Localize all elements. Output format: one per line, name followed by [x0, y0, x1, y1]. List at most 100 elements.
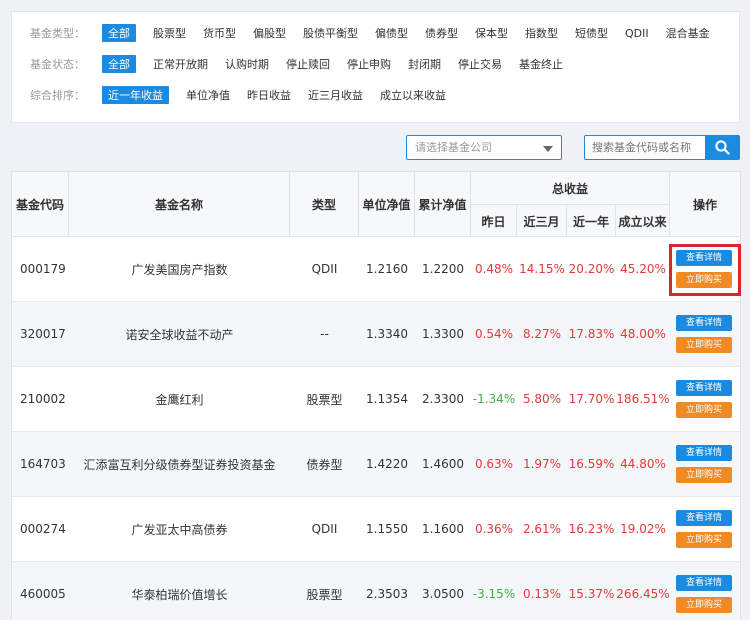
- fund-acc-nav: 1.3300: [422, 327, 464, 341]
- fund-type: 债券型: [306, 457, 343, 472]
- return-one-year: 17.83%: [568, 327, 615, 341]
- fund-code: 210002: [20, 392, 66, 406]
- fund-name[interactable]: 广发美国房产指数: [69, 237, 290, 301]
- return-three-month: 5.80%: [522, 392, 562, 406]
- view-detail-button[interactable]: 查看详情: [676, 315, 732, 331]
- sort-since-inception[interactable]: 成立以来收益: [380, 86, 446, 104]
- return-one-year: 17.70%: [568, 392, 615, 406]
- filter-type-guaranteed[interactable]: 保本型: [475, 24, 508, 42]
- buy-now-button[interactable]: 立即购买: [676, 597, 732, 613]
- filter-label-status: 基金状态：: [30, 58, 85, 71]
- return-yesterday: 0.63%: [474, 457, 514, 471]
- view-detail-button[interactable]: 查看详情: [676, 510, 732, 526]
- header-actions: 操作: [692, 198, 717, 212]
- table-row: 320017 诺安全球收益不动产 -- 1.3340 1.3300 0.54% …: [12, 302, 740, 367]
- fund-code: 164703: [20, 457, 66, 471]
- filter-panel: 基金类型： 全部 股票型 货币型 偏股型 股债平衡型 偏债型 债券型 保本型 指…: [11, 11, 740, 123]
- fund-type: QDII: [311, 262, 338, 276]
- fund-nav: 1.4220: [366, 457, 408, 471]
- fund-acc-nav: 1.1600: [422, 522, 464, 536]
- table-row: 460005 华泰柏瑞价值增长 股票型 2.3503 3.0500 -3.15%…: [12, 562, 740, 620]
- table-row: 000179 广发美国房产指数 QDII 1.2160 1.2200 0.48%…: [12, 237, 740, 302]
- filter-type-index[interactable]: 指数型: [525, 24, 558, 42]
- return-since-inception: 48.00%: [620, 327, 666, 341]
- fund-code: 000274: [20, 522, 66, 536]
- return-yesterday: -1.34%: [472, 392, 516, 406]
- sort-three-month[interactable]: 近三月收益: [308, 86, 363, 104]
- action-highlight-box: [669, 244, 741, 296]
- fund-company-select[interactable]: 请选择基金公司: [406, 135, 562, 160]
- fund-type: 股票型: [306, 587, 343, 602]
- return-yesterday: 0.54%: [474, 327, 514, 341]
- header-name[interactable]: 基金名称: [69, 172, 290, 237]
- filter-status-redeem-stopped[interactable]: 停止赎回: [286, 55, 330, 73]
- filter-row-status: 基金状态： 全部 正常开放期 认购时期 停止赎回 停止申购 封闭期 停止交易 基…: [30, 55, 580, 73]
- filter-status-subscription[interactable]: 认购时期: [225, 55, 269, 73]
- fund-nav: 1.3340: [366, 327, 408, 341]
- filter-type-mixed[interactable]: 混合基金: [666, 24, 710, 42]
- filter-status-purchase-stopped[interactable]: 停止申购: [347, 55, 391, 73]
- return-three-month: 8.27%: [522, 327, 562, 341]
- header-type[interactable]: 类型: [290, 172, 359, 237]
- header-acc-nav[interactable]: 累计净值: [415, 172, 471, 237]
- filter-type-money[interactable]: 货币型: [203, 24, 236, 42]
- fund-nav: 2.3503: [366, 587, 408, 601]
- header-one-year[interactable]: 近一年: [567, 204, 616, 237]
- view-detail-button[interactable]: 查看详情: [676, 380, 732, 396]
- filter-type-stock[interactable]: 股票型: [153, 24, 186, 42]
- filter-status-terminated[interactable]: 基金终止: [519, 55, 563, 73]
- header-nav[interactable]: 单位净值: [359, 172, 415, 237]
- fund-code: 460005: [20, 587, 66, 601]
- return-one-year: 20.20%: [568, 262, 615, 276]
- filter-status-trade-stopped[interactable]: 停止交易: [458, 55, 502, 73]
- fund-name[interactable]: 金鹰红利: [69, 367, 290, 431]
- fund-name[interactable]: 汇添富互利分级债券型证券投资基金: [69, 432, 290, 496]
- return-since-inception: 45.20%: [620, 262, 666, 276]
- return-three-month: 2.61%: [522, 522, 562, 536]
- fund-name[interactable]: 华泰柏瑞价值增长: [69, 562, 290, 620]
- fund-type: 股票型: [306, 392, 343, 407]
- view-detail-button[interactable]: 查看详情: [676, 575, 732, 591]
- filter-label-type: 基金类型：: [30, 27, 85, 40]
- sort-one-year[interactable]: 近一年收益: [102, 86, 169, 104]
- search-icon: [715, 140, 730, 155]
- filter-row-type: 基金类型： 全部 股票型 货币型 偏股型 股债平衡型 偏债型 债券型 保本型 指…: [30, 24, 727, 42]
- fund-nav: 1.2160: [366, 262, 408, 276]
- filter-type-stock-biased[interactable]: 偏股型: [253, 24, 286, 42]
- header-yesterday[interactable]: 昨日: [471, 204, 517, 237]
- filter-status-open[interactable]: 正常开放期: [153, 55, 208, 73]
- fund-company-placeholder: 请选择基金公司: [415, 141, 492, 154]
- fund-search-input[interactable]: [584, 135, 705, 160]
- buy-now-button[interactable]: 立即购买: [676, 402, 732, 418]
- return-three-month: 14.15%: [519, 262, 565, 276]
- fund-nav: 1.1550: [366, 522, 408, 536]
- header-code[interactable]: 基金代码: [12, 172, 69, 237]
- table-row: 210002 金鹰红利 股票型 1.1354 2.3300 -1.34% 5.8…: [12, 367, 740, 432]
- filter-type-all[interactable]: 全部: [102, 24, 136, 42]
- view-detail-button[interactable]: 查看详情: [676, 445, 732, 461]
- fund-name[interactable]: 诺安全球收益不动产: [69, 302, 290, 366]
- filter-type-short-bond[interactable]: 短债型: [575, 24, 608, 42]
- fund-type: --: [320, 327, 329, 341]
- search-button[interactable]: [705, 135, 740, 160]
- header-three-month[interactable]: 近三月: [517, 204, 567, 237]
- return-three-month: 0.13%: [522, 587, 562, 601]
- fund-name[interactable]: 广发亚太中高债券: [69, 497, 290, 561]
- filter-type-balanced[interactable]: 股债平衡型: [303, 24, 358, 42]
- buy-now-button[interactable]: 立即购买: [676, 337, 732, 353]
- header-since-inception[interactable]: 成立以来: [616, 204, 670, 237]
- return-yesterday: -3.15%: [472, 587, 516, 601]
- filter-status-all[interactable]: 全部: [102, 55, 136, 73]
- fund-acc-nav: 3.0500: [422, 587, 464, 601]
- sort-yesterday[interactable]: 昨日收益: [247, 86, 291, 104]
- filter-type-bond-biased[interactable]: 偏债型: [375, 24, 408, 42]
- fund-nav: 1.1354: [366, 392, 408, 406]
- fund-acc-nav: 1.4600: [422, 457, 464, 471]
- fund-type: QDII: [311, 522, 338, 536]
- filter-type-qdii[interactable]: QDII: [625, 26, 649, 41]
- filter-type-bond[interactable]: 债券型: [425, 24, 458, 42]
- buy-now-button[interactable]: 立即购买: [676, 532, 732, 548]
- filter-status-closed[interactable]: 封闭期: [408, 55, 441, 73]
- sort-nav[interactable]: 单位净值: [186, 86, 230, 104]
- buy-now-button[interactable]: 立即购买: [676, 467, 732, 483]
